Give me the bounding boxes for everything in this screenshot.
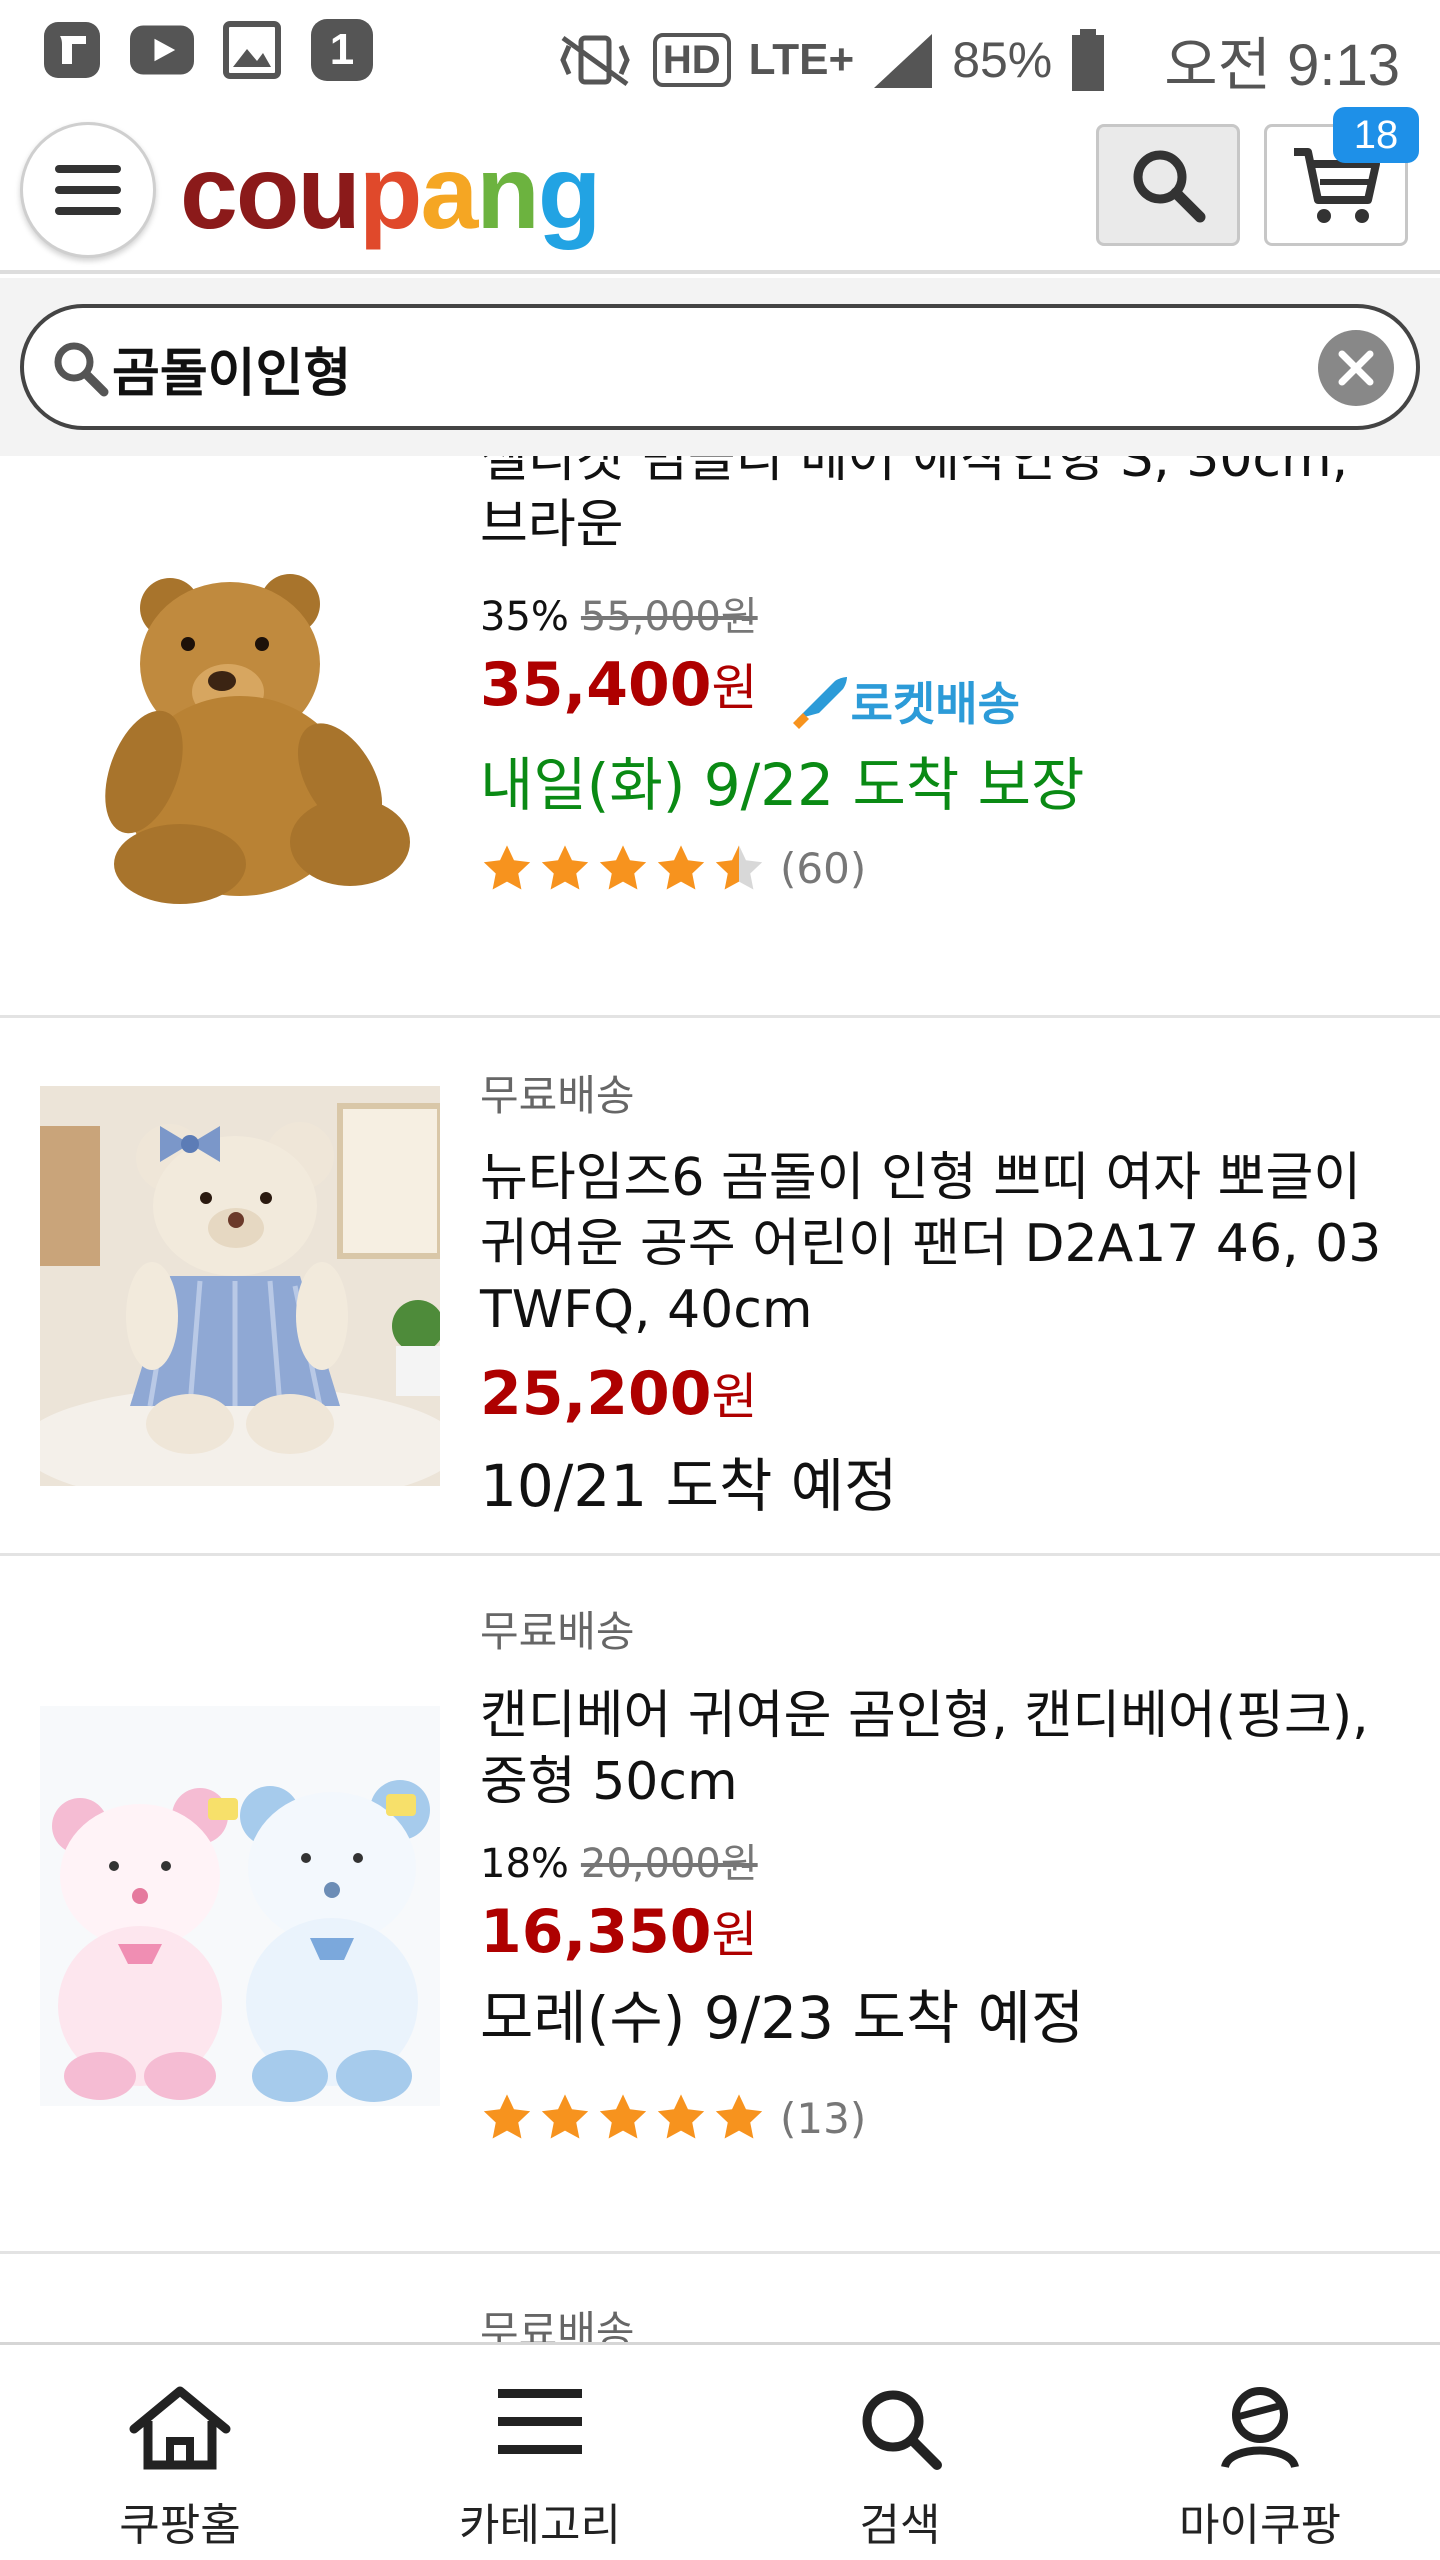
star-icon	[715, 2094, 763, 2139]
nav-category-label: 카테고리	[459, 2500, 621, 2551]
search-icon	[862, 2390, 942, 2470]
user-icon	[1221, 2387, 1299, 2469]
menu-icon	[498, 2389, 582, 2454]
cart-button[interactable]: 18	[1264, 107, 1419, 246]
star-icon	[657, 2094, 705, 2139]
logo-letter: g	[537, 135, 602, 251]
original-price: 20,000원	[580, 1841, 758, 1887]
nav-my-coupang[interactable]: 마이쿠팡	[1080, 2345, 1440, 2560]
home-icon	[129, 2386, 231, 2470]
product-info: 무료배송 뉴타임즈6 곰돌이 인형 쁘띠 여자 뽀글이 귀여운 공주 어린이 팬…	[480, 1062, 1400, 1523]
product-item[interactable]: 무료배송 캔디베어 귀여운 곰인형, 캔디베어(핑크), 중형 50cm 18%…	[0, 1556, 1440, 2254]
star-icon	[657, 844, 705, 889]
logo-letter: c	[180, 135, 238, 251]
product-item[interactable]: 무료배송	[0, 2254, 1440, 2342]
app-header: coupang 18	[0, 104, 1440, 274]
hd-icon: HD	[652, 33, 731, 87]
product-item[interactable]: 젤리캣 범블리 베어 애착인형 S, 30cm, 브라운 35% 55,000원 …	[0, 456, 1440, 1018]
star-icon	[541, 2094, 589, 2139]
nav-search-label: 검색	[859, 2500, 941, 2551]
price-row: 35,400원 로켓배송	[480, 648, 1400, 734]
star-icon	[715, 844, 763, 889]
hamburger-icon	[55, 165, 121, 215]
rocket-icon	[792, 676, 847, 729]
price-row: 25,200원	[480, 1357, 1400, 1429]
nav-home[interactable]: 쿠팡홈	[0, 2345, 360, 2560]
search-icon	[54, 342, 109, 397]
cart-count-badge: 18	[1333, 107, 1419, 163]
delivery-guarantee: 내일(화) 9/22 도착 보장	[480, 750, 1085, 819]
coupang-logo[interactable]: coupang	[180, 134, 601, 251]
logo-letter: n	[476, 135, 540, 251]
review-count: (60)	[780, 844, 867, 893]
search-bar	[20, 304, 1420, 430]
close-icon	[1338, 350, 1374, 386]
product-title[interactable]: 젤리캣 범블리 베어 애착인형 S, 30cm, 브라운	[480, 456, 1400, 558]
clock: 오전 9:13	[1164, 33, 1400, 98]
star-icon	[483, 2094, 531, 2139]
delivery-estimate: 10/21 도착 예정	[480, 1452, 898, 1520]
product-price: 35,400원	[480, 650, 758, 720]
clear-search-button[interactable]	[1318, 330, 1394, 406]
battery-percent: 85%	[952, 32, 1053, 88]
status-icons-left: 1	[40, 18, 374, 82]
youtube-icon	[130, 18, 194, 82]
vibrate-icon	[560, 35, 630, 87]
free-shipping-label: 무료배송	[480, 1071, 635, 1120]
search-icon	[1133, 150, 1206, 223]
discount-rate: 35%	[480, 594, 569, 640]
star-icon	[541, 844, 589, 889]
notification-count: 1	[329, 25, 355, 74]
status-icons-right: HD LTE+ 85% 오전 9:13	[555, 18, 1400, 102]
product-info: 젤리캣 범블리 베어 애착인형 S, 30cm, 브라운 35% 55,000원 …	[480, 456, 1400, 896]
notification-count-icon: 1	[310, 18, 374, 82]
status-bar: 1 HD LTE+ 85% 오전 9:13	[0, 0, 1440, 104]
delivery-estimate: 모레(수) 9/23 도착 예정	[480, 1984, 1085, 2052]
nav-my-coupang-label: 마이쿠팡	[1179, 2500, 1341, 2551]
original-price: 55,000원	[580, 594, 758, 640]
product-title[interactable]: 뉴타임즈6 곰돌이 인형 쁘띠 여자 뽀글이 귀여운 공주 어린이 팬더 D2A…	[480, 1145, 1400, 1343]
network-label: LTE+	[748, 35, 855, 84]
discount-row: 18% 20,000원	[480, 1831, 1400, 1889]
product-price: 25,200원	[480, 1359, 758, 1429]
gallery-icon	[220, 18, 284, 82]
battery-icon	[1072, 29, 1105, 91]
logo-letter: p	[358, 135, 423, 251]
product-list: 젤리캣 범블리 베어 애착인형 S, 30cm, 브라운 35% 55,000원 …	[0, 456, 1440, 2342]
nav-home-label: 쿠팡홈	[119, 2500, 241, 2551]
product-price: 16,350원	[480, 1897, 758, 1967]
signal-icon	[874, 34, 933, 88]
review-count: (13)	[780, 2093, 867, 2143]
free-shipping-label: 무료배송	[480, 1607, 635, 1656]
price-row: 16,350원	[480, 1895, 1400, 1967]
product-image-dress-bear[interactable]	[40, 1086, 440, 1486]
nav-search[interactable]: 검색	[720, 2345, 1080, 2560]
product-item[interactable]: 무료배송 뉴타임즈6 곰돌이 인형 쁘띠 여자 뽀글이 귀여운 공주 어린이 팬…	[0, 1018, 1440, 1556]
product-image-teddy-bear[interactable]	[40, 516, 440, 916]
menu-button[interactable]	[20, 122, 156, 258]
search-input[interactable]	[112, 332, 1262, 404]
logo-letter: a	[420, 135, 478, 251]
search-bar-area	[0, 278, 1440, 456]
free-shipping-label: 무료배송	[480, 2307, 635, 2342]
star-rating: (13)	[480, 2091, 1400, 2145]
star-icon	[483, 844, 531, 889]
logo-letter: o	[235, 135, 300, 251]
discount-row: 35% 55,000원	[480, 584, 1400, 642]
discount-rate: 18%	[480, 1841, 569, 1887]
nav-category[interactable]: 카테고리	[360, 2345, 720, 2560]
bottom-navigation: 쿠팡홈 카테고리 검색 마이쿠팡	[0, 2342, 1440, 2560]
star-rating: (60)	[480, 842, 1400, 896]
product-title[interactable]: 캔디베어 귀여운 곰인형, 캔디베어(핑크), 중형 50cm	[480, 1683, 1400, 1815]
app-notification-icon	[40, 18, 104, 82]
logo-letter: u	[297, 135, 361, 251]
product-image-candy-bears[interactable]	[40, 1706, 440, 2106]
star-icon	[599, 2094, 647, 2139]
product-info: 무료배송 캔디베어 귀여운 곰인형, 캔디베어(핑크), 중형 50cm 18%…	[480, 1598, 1400, 2145]
rocket-delivery-badge: 로켓배송	[787, 668, 1020, 734]
star-icon	[599, 844, 647, 889]
header-search-button[interactable]	[1096, 124, 1240, 246]
product-info: 무료배송	[480, 2298, 1400, 2342]
